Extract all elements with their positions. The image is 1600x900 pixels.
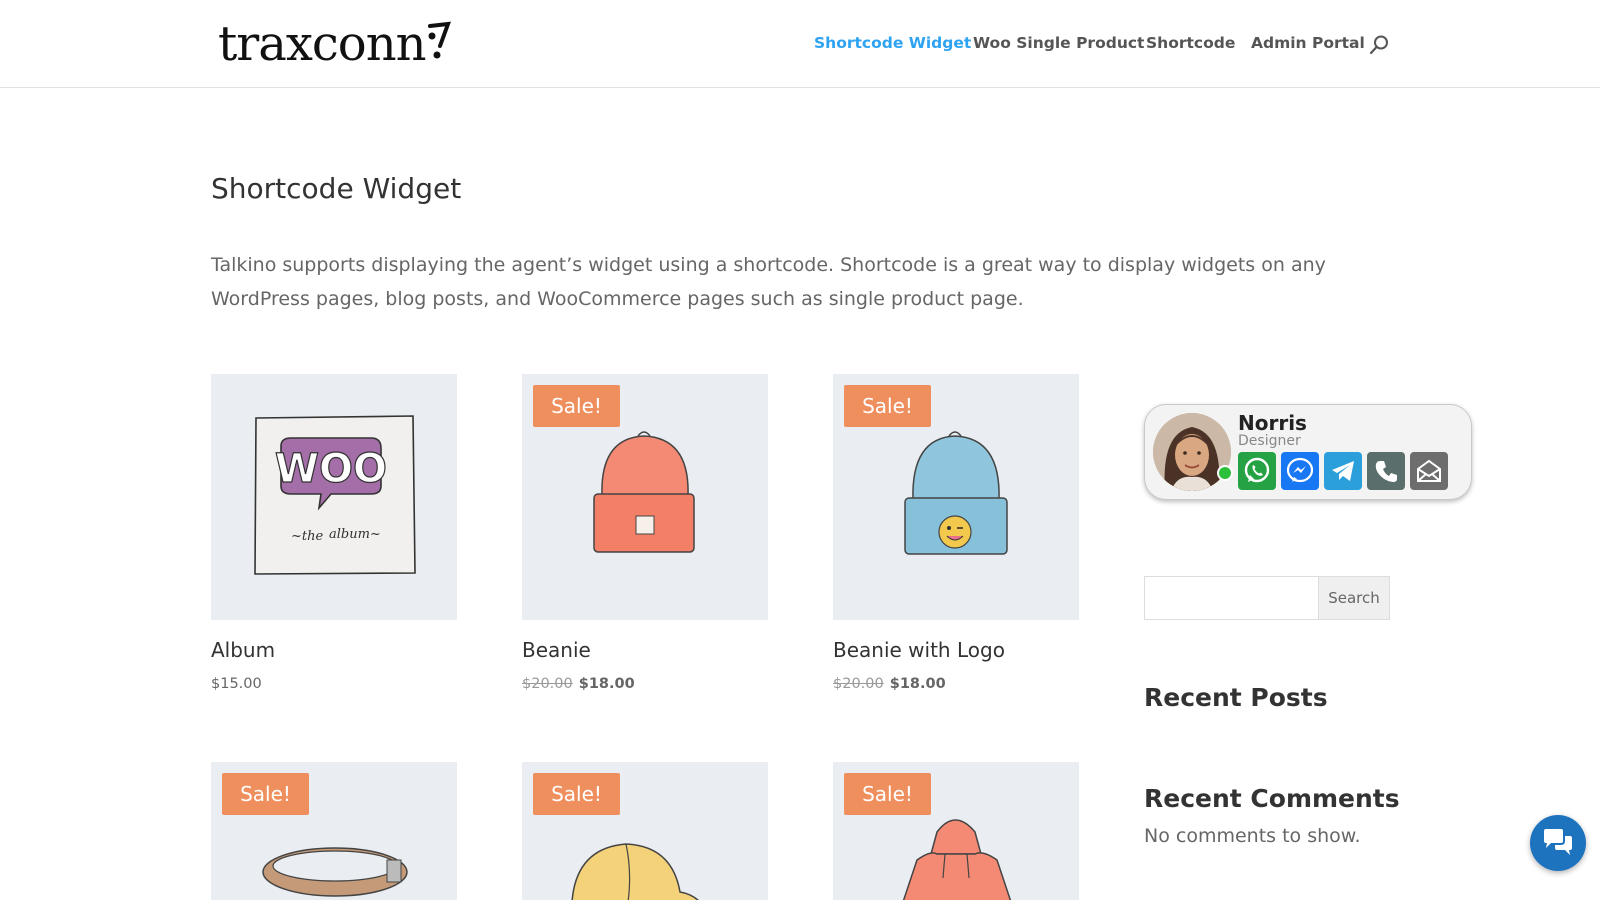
price-original: $20.00 [833,676,884,692]
sale-badge: Sale! [533,773,620,815]
logo-mark-icon [428,21,451,59]
sale-badge: Sale! [844,773,931,815]
whatsapp-button[interactable] [1238,452,1276,490]
product-price: $20.00 $18.00 [522,676,635,692]
product-name[interactable]: Beanie [522,638,591,662]
page-intro: Talkino supports displaying the agent’s … [211,254,1326,310]
product-card-beanie[interactable]: Sale! Beanie $20.00 $18.00 [522,374,768,692]
recent-posts-title: Recent Posts [1144,683,1328,712]
nav-admin-portal[interactable]: Admin Portal [1251,34,1365,56]
email-icon [1417,459,1441,482]
product-price: $20.00 $18.00 [833,676,946,692]
sidebar-search-button[interactable]: Search [1318,576,1390,620]
sale-badge: Sale! [533,385,620,427]
price-current: $18.00 [889,676,946,692]
chat-bubbles-icon [1544,829,1572,855]
nav-shortcode-widget[interactable]: Shortcode Widget [814,34,971,56]
product-price: $15.00 [211,676,262,692]
messenger-icon [1286,457,1314,483]
nav-shortcode[interactable]: Shortcode [1146,34,1235,56]
messenger-button[interactable] [1281,452,1319,490]
search-icon[interactable] [1368,34,1390,56]
album-illustration: WOO ~the album~ [254,415,416,575]
phone-icon [1375,461,1397,482]
svg-text:~the: ~the [291,529,323,544]
recent-comments-title: Recent Comments [1144,784,1400,813]
whatsapp-icon [1244,457,1270,483]
online-status-dot [1217,465,1233,481]
product-card-cap[interactable]: Sale! [522,762,768,900]
product-card-belt[interactable]: Sale! [211,762,457,900]
agent-name: Norris [1238,411,1307,435]
agent-role: Designer [1238,433,1301,449]
telegram-icon [1332,461,1354,481]
price-current: $15.00 [211,676,262,692]
email-button[interactable] [1410,452,1448,490]
page-title: Shortcode Widget [211,172,462,205]
agent-widget[interactable]: Norris Designer [1144,404,1472,500]
sale-badge: Sale! [222,773,309,815]
svg-text:album~: album~ [329,527,381,542]
product-image[interactable]: Sale! [522,374,768,620]
product-image[interactable]: Sale! [833,374,1079,620]
product-image[interactable]: Sale! [833,762,1079,900]
sale-badge: Sale! [844,385,931,427]
price-original: $20.00 [522,676,573,692]
site-logo[interactable]: traxconn [218,14,427,74]
product-card-album[interactable]: WOO ~the album~ Album $15.00 [211,374,457,692]
sidebar-search-input[interactable] [1144,576,1318,620]
telegram-button[interactable] [1324,452,1362,490]
chat-launcher-button[interactable] [1530,815,1586,871]
product-image[interactable]: WOO ~the album~ [211,374,457,620]
no-comments-text: No comments to show. [1144,825,1361,847]
site-header: traxconn Shortcode Widget Woo Single Pro… [0,0,1600,88]
product-card-beanie-with-logo[interactable]: Sale! Beanie with Logo $20.00 $18.00 [833,374,1079,692]
product-image[interactable]: Sale! [211,762,457,900]
svg-text:WOO: WOO [275,446,387,492]
nav-woo-single-product[interactable]: Woo Single Product [973,34,1144,56]
product-name[interactable]: Album [211,638,275,662]
product-card-hoodie[interactable]: Sale! [833,762,1079,900]
price-current: $18.00 [578,676,635,692]
product-name[interactable]: Beanie with Logo [833,638,1005,662]
product-image[interactable]: Sale! [522,762,768,900]
phone-button[interactable] [1367,452,1405,490]
